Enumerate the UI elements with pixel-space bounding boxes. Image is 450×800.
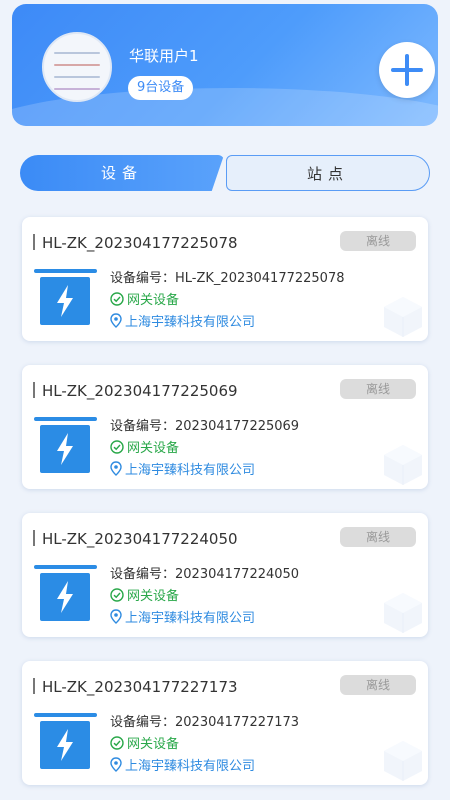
location-pin-icon bbox=[110, 461, 122, 480]
device-location-row: 上海宇臻科技有限公司 bbox=[110, 459, 255, 480]
device-code-row: 设备编号：HL-ZK_202304177225078 bbox=[110, 267, 345, 286]
device-card[interactable]: HL-ZK_202304177225069 离线 设备编号：2023041772… bbox=[22, 365, 428, 489]
device-title: HL-ZK_202304177225069 bbox=[42, 382, 238, 400]
device-title: HL-ZK_202304177225078 bbox=[42, 234, 238, 252]
lightning-bolt-icon bbox=[40, 277, 90, 325]
check-circle-icon bbox=[110, 735, 124, 754]
user-header: 华联用户1 9台设备 bbox=[12, 4, 438, 126]
avatar[interactable] bbox=[42, 32, 112, 102]
cube-decoration-icon bbox=[380, 441, 426, 487]
device-icon-cap bbox=[34, 269, 97, 273]
company-name: 上海宇臻科技有限公司 bbox=[125, 315, 256, 330]
device-code: 202304177225069 bbox=[175, 419, 300, 434]
device-code: 202304177224050 bbox=[175, 567, 300, 582]
status-badge: 离线 bbox=[340, 675, 416, 695]
tab-devices[interactable]: 设备 bbox=[20, 155, 224, 191]
title-accent-bar bbox=[33, 382, 35, 398]
username: 华联用户1 bbox=[129, 47, 199, 65]
lightning-bolt-icon bbox=[40, 425, 90, 473]
cube-decoration-icon bbox=[380, 737, 426, 783]
device-location-row: 上海宇臻科技有限公司 bbox=[110, 311, 255, 332]
device-location-row: 上海宇臻科技有限公司 bbox=[110, 607, 255, 628]
device-location-row: 上海宇臻科技有限公司 bbox=[110, 755, 255, 776]
status-badge: 离线 bbox=[340, 527, 416, 547]
device-type: 网关设备 bbox=[127, 589, 180, 604]
lightning-bolt-icon bbox=[40, 721, 90, 769]
title-accent-bar bbox=[33, 530, 35, 546]
check-circle-icon bbox=[110, 587, 124, 606]
device-count-badge: 9台设备 bbox=[128, 76, 194, 100]
device-code-row: 设备编号：202304177224050 bbox=[110, 563, 299, 582]
device-code: 202304177227173 bbox=[175, 715, 300, 730]
device-card[interactable]: HL-ZK_202304177225078 离线 设备编号：HL-ZK_2023… bbox=[22, 217, 428, 341]
device-type-row: 网关设备 bbox=[110, 289, 179, 310]
status-badge: 离线 bbox=[340, 231, 416, 251]
device-code: HL-ZK_202304177225078 bbox=[175, 271, 345, 286]
device-code-row: 设备编号：202304177225069 bbox=[110, 415, 299, 434]
cube-decoration-icon bbox=[380, 293, 426, 339]
add-device-button[interactable] bbox=[379, 42, 435, 98]
device-code-label: 设备编号： bbox=[110, 271, 176, 286]
device-code-row: 设备编号：202304177227173 bbox=[110, 711, 299, 730]
device-code-label: 设备编号： bbox=[110, 567, 176, 582]
device-type: 网关设备 bbox=[127, 293, 180, 308]
device-card[interactable]: HL-ZK_202304177227173 离线 设备编号：2023041772… bbox=[22, 661, 428, 785]
status-badge: 离线 bbox=[340, 379, 416, 399]
title-accent-bar bbox=[33, 234, 35, 250]
device-type-row: 网关设备 bbox=[110, 585, 179, 606]
device-title: HL-ZK_202304177224050 bbox=[42, 530, 238, 548]
lightning-bolt-icon bbox=[40, 573, 90, 621]
company-name: 上海宇臻科技有限公司 bbox=[125, 611, 256, 626]
device-icon-cap bbox=[34, 713, 97, 717]
device-icon-cap bbox=[34, 417, 97, 421]
device-title: HL-ZK_202304177227173 bbox=[42, 678, 238, 696]
location-pin-icon bbox=[110, 757, 122, 776]
title-accent-bar bbox=[33, 678, 35, 694]
cube-decoration-icon bbox=[380, 589, 426, 635]
check-circle-icon bbox=[110, 291, 124, 310]
device-type: 网关设备 bbox=[127, 737, 180, 752]
device-type-row: 网关设备 bbox=[110, 437, 179, 458]
company-name: 上海宇臻科技有限公司 bbox=[125, 463, 256, 478]
device-type-row: 网关设备 bbox=[110, 733, 179, 754]
check-circle-icon bbox=[110, 439, 124, 458]
device-type: 网关设备 bbox=[127, 441, 180, 456]
company-name: 上海宇臻科技有限公司 bbox=[125, 759, 256, 774]
device-icon-cap bbox=[34, 565, 97, 569]
tab-stations[interactable]: 站点 bbox=[226, 155, 430, 191]
device-code-label: 设备编号： bbox=[110, 419, 176, 434]
location-pin-icon bbox=[110, 313, 122, 332]
location-pin-icon bbox=[110, 609, 122, 628]
device-code-label: 设备编号： bbox=[110, 715, 176, 730]
device-card[interactable]: HL-ZK_202304177224050 离线 设备编号：2023041772… bbox=[22, 513, 428, 637]
